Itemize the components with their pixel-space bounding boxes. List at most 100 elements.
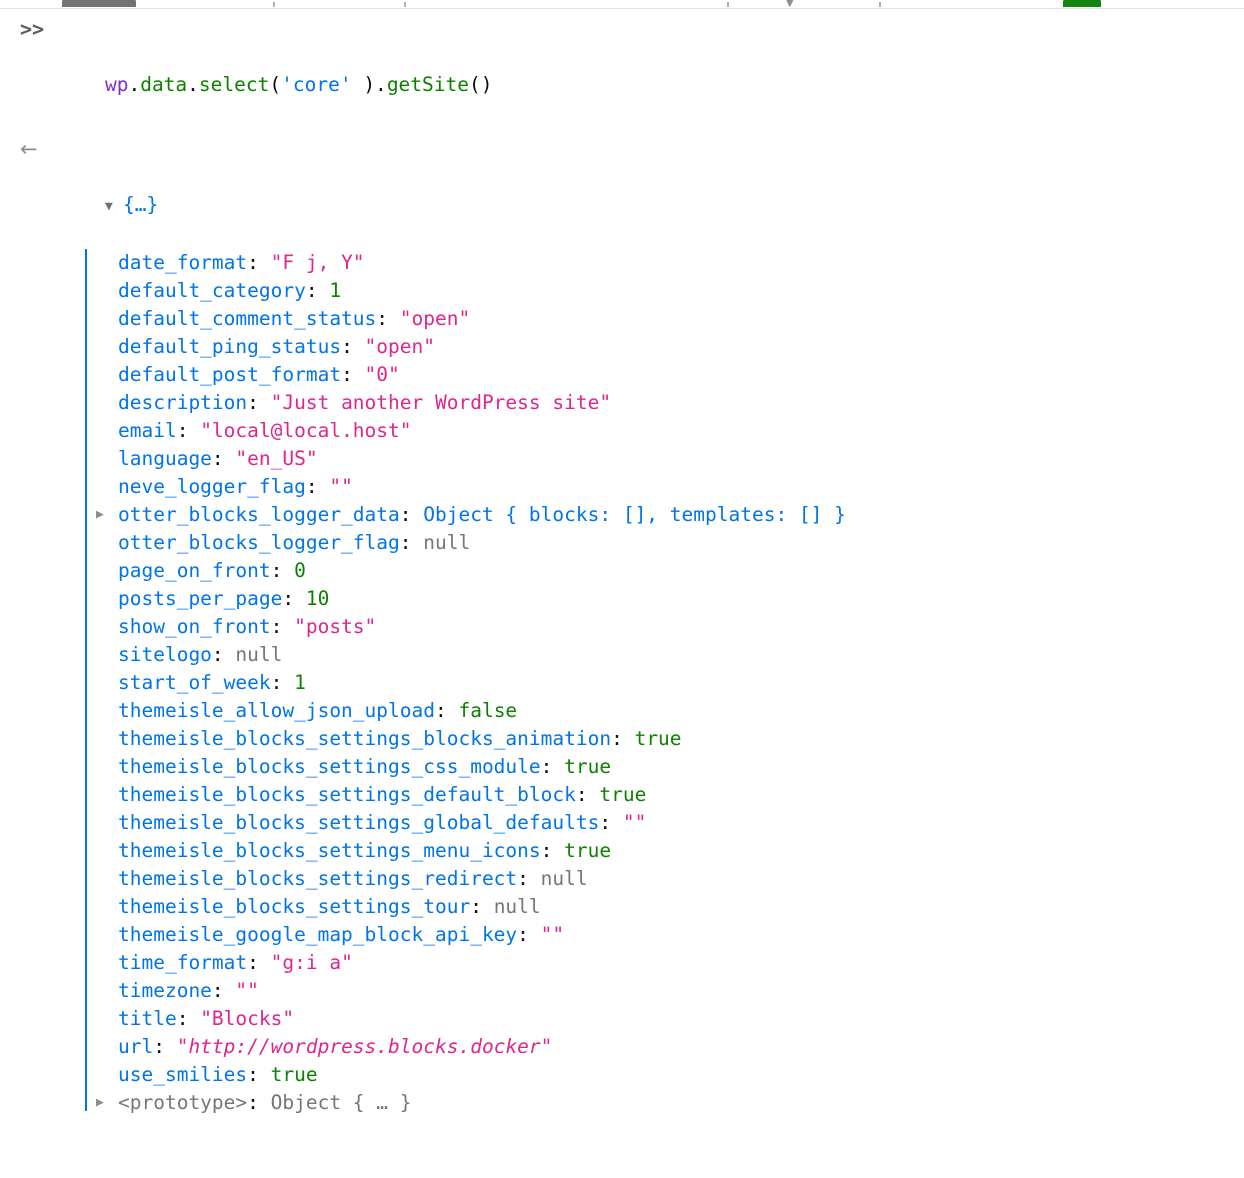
property-key: use_smilies <box>118 1063 248 1086</box>
code-token: data <box>140 73 188 96</box>
property-separator: : <box>470 895 494 918</box>
object-preview-braces[interactable]: {…} <box>123 193 158 216</box>
expand-triangle-icon[interactable]: ▶ <box>96 1089 112 1117</box>
object-property-row[interactable]: date_format: "F j, Y" <box>118 249 1244 277</box>
toolbar-icon-a[interactable]: ▼ <box>786 0 794 8</box>
property-value[interactable]: true <box>635 727 682 750</box>
property-value[interactable]: "" <box>623 811 646 834</box>
object-property-row[interactable]: posts_per_page: 10 <box>118 585 1244 613</box>
property-key: date_format <box>118 251 248 274</box>
object-property-row[interactable]: default_category: 1 <box>118 277 1244 305</box>
code-token: select <box>198 73 270 96</box>
object-property-row[interactable]: url: "http://wordpress.blocks.docker" <box>118 1033 1244 1061</box>
toolbar-divider-4 <box>879 2 881 7</box>
object-property-row[interactable]: themeisle_blocks_settings_redirect: null <box>118 865 1244 893</box>
code-token: 'core' <box>281 73 352 96</box>
property-value[interactable]: "open" <box>365 335 435 358</box>
property-key: posts_per_page <box>118 587 283 610</box>
code-token: ( <box>269 73 282 96</box>
property-separator: : <box>540 839 565 862</box>
property-value[interactable]: "F j, Y" <box>271 251 365 274</box>
object-property-row[interactable]: themeisle_blocks_settings_menu_icons: tr… <box>118 837 1244 865</box>
object-property-row[interactable]: use_smilies: true <box>118 1061 1244 1089</box>
property-separator: : <box>399 531 424 554</box>
object-property-row[interactable]: default_comment_status: "open" <box>118 305 1244 333</box>
property-key: default_ping_status <box>118 335 342 358</box>
property-value[interactable]: true <box>599 783 646 806</box>
property-key: themeisle_blocks_settings_global_default… <box>118 811 600 834</box>
property-separator: : <box>282 587 306 610</box>
property-value[interactable]: "open" <box>400 307 470 330</box>
property-value[interactable]: 10 <box>306 587 329 610</box>
object-property-row[interactable]: title: "Blocks" <box>118 1005 1244 1033</box>
object-property-list: date_format: "F j, Y" default_category: 1… <box>58 249 1244 1117</box>
code-token: () <box>469 73 493 96</box>
property-key: otter_blocks_logger_data <box>118 503 400 526</box>
property-value[interactable]: null <box>494 895 541 918</box>
object-property-row[interactable]: timezone: "" <box>118 977 1244 1005</box>
toolbar-filter-pill[interactable] <box>62 0 136 7</box>
object-property-row[interactable]: start_of_week: 1 <box>118 669 1244 697</box>
input-chevron-icon: >> <box>20 17 45 41</box>
property-value[interactable]: 1 <box>329 279 341 302</box>
property-separator: : <box>211 643 236 666</box>
object-property-row[interactable]: themeisle_google_map_block_api_key: "" <box>118 921 1244 949</box>
property-value[interactable]: 0 <box>294 559 306 582</box>
property-value[interactable]: true <box>564 755 611 778</box>
object-property-row[interactable]: themeisle_allow_json_upload: false <box>118 697 1244 725</box>
return-arrow-icon: ← <box>20 137 38 161</box>
property-value[interactable]: "0" <box>365 363 400 386</box>
property-value[interactable]: "Just another WordPress site" <box>271 391 611 414</box>
property-value[interactable]: false <box>458 699 517 722</box>
object-property-row[interactable]: neve_logger_flag: "" <box>118 473 1244 501</box>
property-value[interactable]: Object { … } <box>271 1091 412 1114</box>
property-value[interactable]: "http://wordpress.blocks.docker" <box>177 1035 553 1058</box>
object-property-row[interactable]: otter_blocks_logger_flag: null <box>118 529 1244 557</box>
object-collapse-triangle-icon[interactable]: ▼ <box>105 193 123 221</box>
code-token: . <box>187 73 199 96</box>
object-property-row[interactable]: themeisle_blocks_settings_tour: null <box>118 893 1244 921</box>
property-separator: : <box>575 783 600 806</box>
object-property-row[interactable]: sitelogo: null <box>118 641 1244 669</box>
object-property-row[interactable]: themeisle_blocks_settings_global_default… <box>118 809 1244 837</box>
property-value[interactable]: null <box>235 643 282 666</box>
property-value[interactable]: "Blocks" <box>200 1007 294 1030</box>
property-value[interactable]: 1 <box>294 671 306 694</box>
property-separator: : <box>247 251 271 274</box>
property-value[interactable]: true <box>564 839 611 862</box>
toolbar-status-badge[interactable] <box>1063 0 1101 7</box>
object-property-row[interactable]: language: "en_US" <box>118 445 1244 473</box>
property-key: url <box>118 1035 154 1058</box>
property-key: start_of_week <box>118 671 271 694</box>
toolbar-divider-1 <box>273 2 275 7</box>
property-value[interactable]: null <box>541 867 588 890</box>
property-value[interactable]: "" <box>541 923 564 946</box>
object-property-row[interactable]: page_on_front: 0 <box>118 557 1244 585</box>
property-value[interactable]: "g:i a" <box>271 951 353 974</box>
object-property-row[interactable]: email: "local@local.host" <box>118 417 1244 445</box>
object-property-row[interactable]: default_post_format: "0" <box>118 361 1244 389</box>
property-value[interactable]: null <box>423 531 470 554</box>
object-property-row[interactable]: show_on_front: "posts" <box>118 613 1244 641</box>
property-value[interactable]: "" <box>235 979 258 1002</box>
expand-triangle-icon[interactable]: ▶ <box>96 501 112 529</box>
property-separator: : <box>517 867 541 890</box>
object-property-row[interactable]: default_ping_status: "open" <box>118 333 1244 361</box>
property-value[interactable]: Object { blocks: [], templates: [] } <box>423 503 846 526</box>
property-value[interactable]: true <box>271 1063 318 1086</box>
property-value[interactable]: "posts" <box>294 615 376 638</box>
object-property-row[interactable]: time_format: "g:i a" <box>118 949 1244 977</box>
property-key: email <box>118 419 177 442</box>
property-key: otter_blocks_logger_flag <box>118 531 400 554</box>
object-property-row[interactable]: description: "Just another WordPress sit… <box>118 389 1244 417</box>
object-property-row[interactable]: ▶ <prototype>: Object { … } <box>96 1089 1244 1117</box>
object-property-row[interactable]: ▶ otter_blocks_logger_data: Object { bloc… <box>96 501 1244 529</box>
object-property-row[interactable]: themeisle_blocks_settings_blocks_animati… <box>118 725 1244 753</box>
property-value[interactable]: "local@local.host" <box>200 419 411 442</box>
property-value[interactable]: "en_US" <box>235 447 317 470</box>
object-property-row[interactable]: themeisle_blocks_settings_default_block:… <box>118 781 1244 809</box>
property-value[interactable]: "" <box>329 475 352 498</box>
property-key: themeisle_blocks_settings_tour <box>118 895 471 918</box>
object-property-row[interactable]: themeisle_blocks_settings_css_module: tr… <box>118 753 1244 781</box>
console-input-echo-row[interactable]: >> wp.data.select('core' ).getSite() <box>0 9 1244 131</box>
